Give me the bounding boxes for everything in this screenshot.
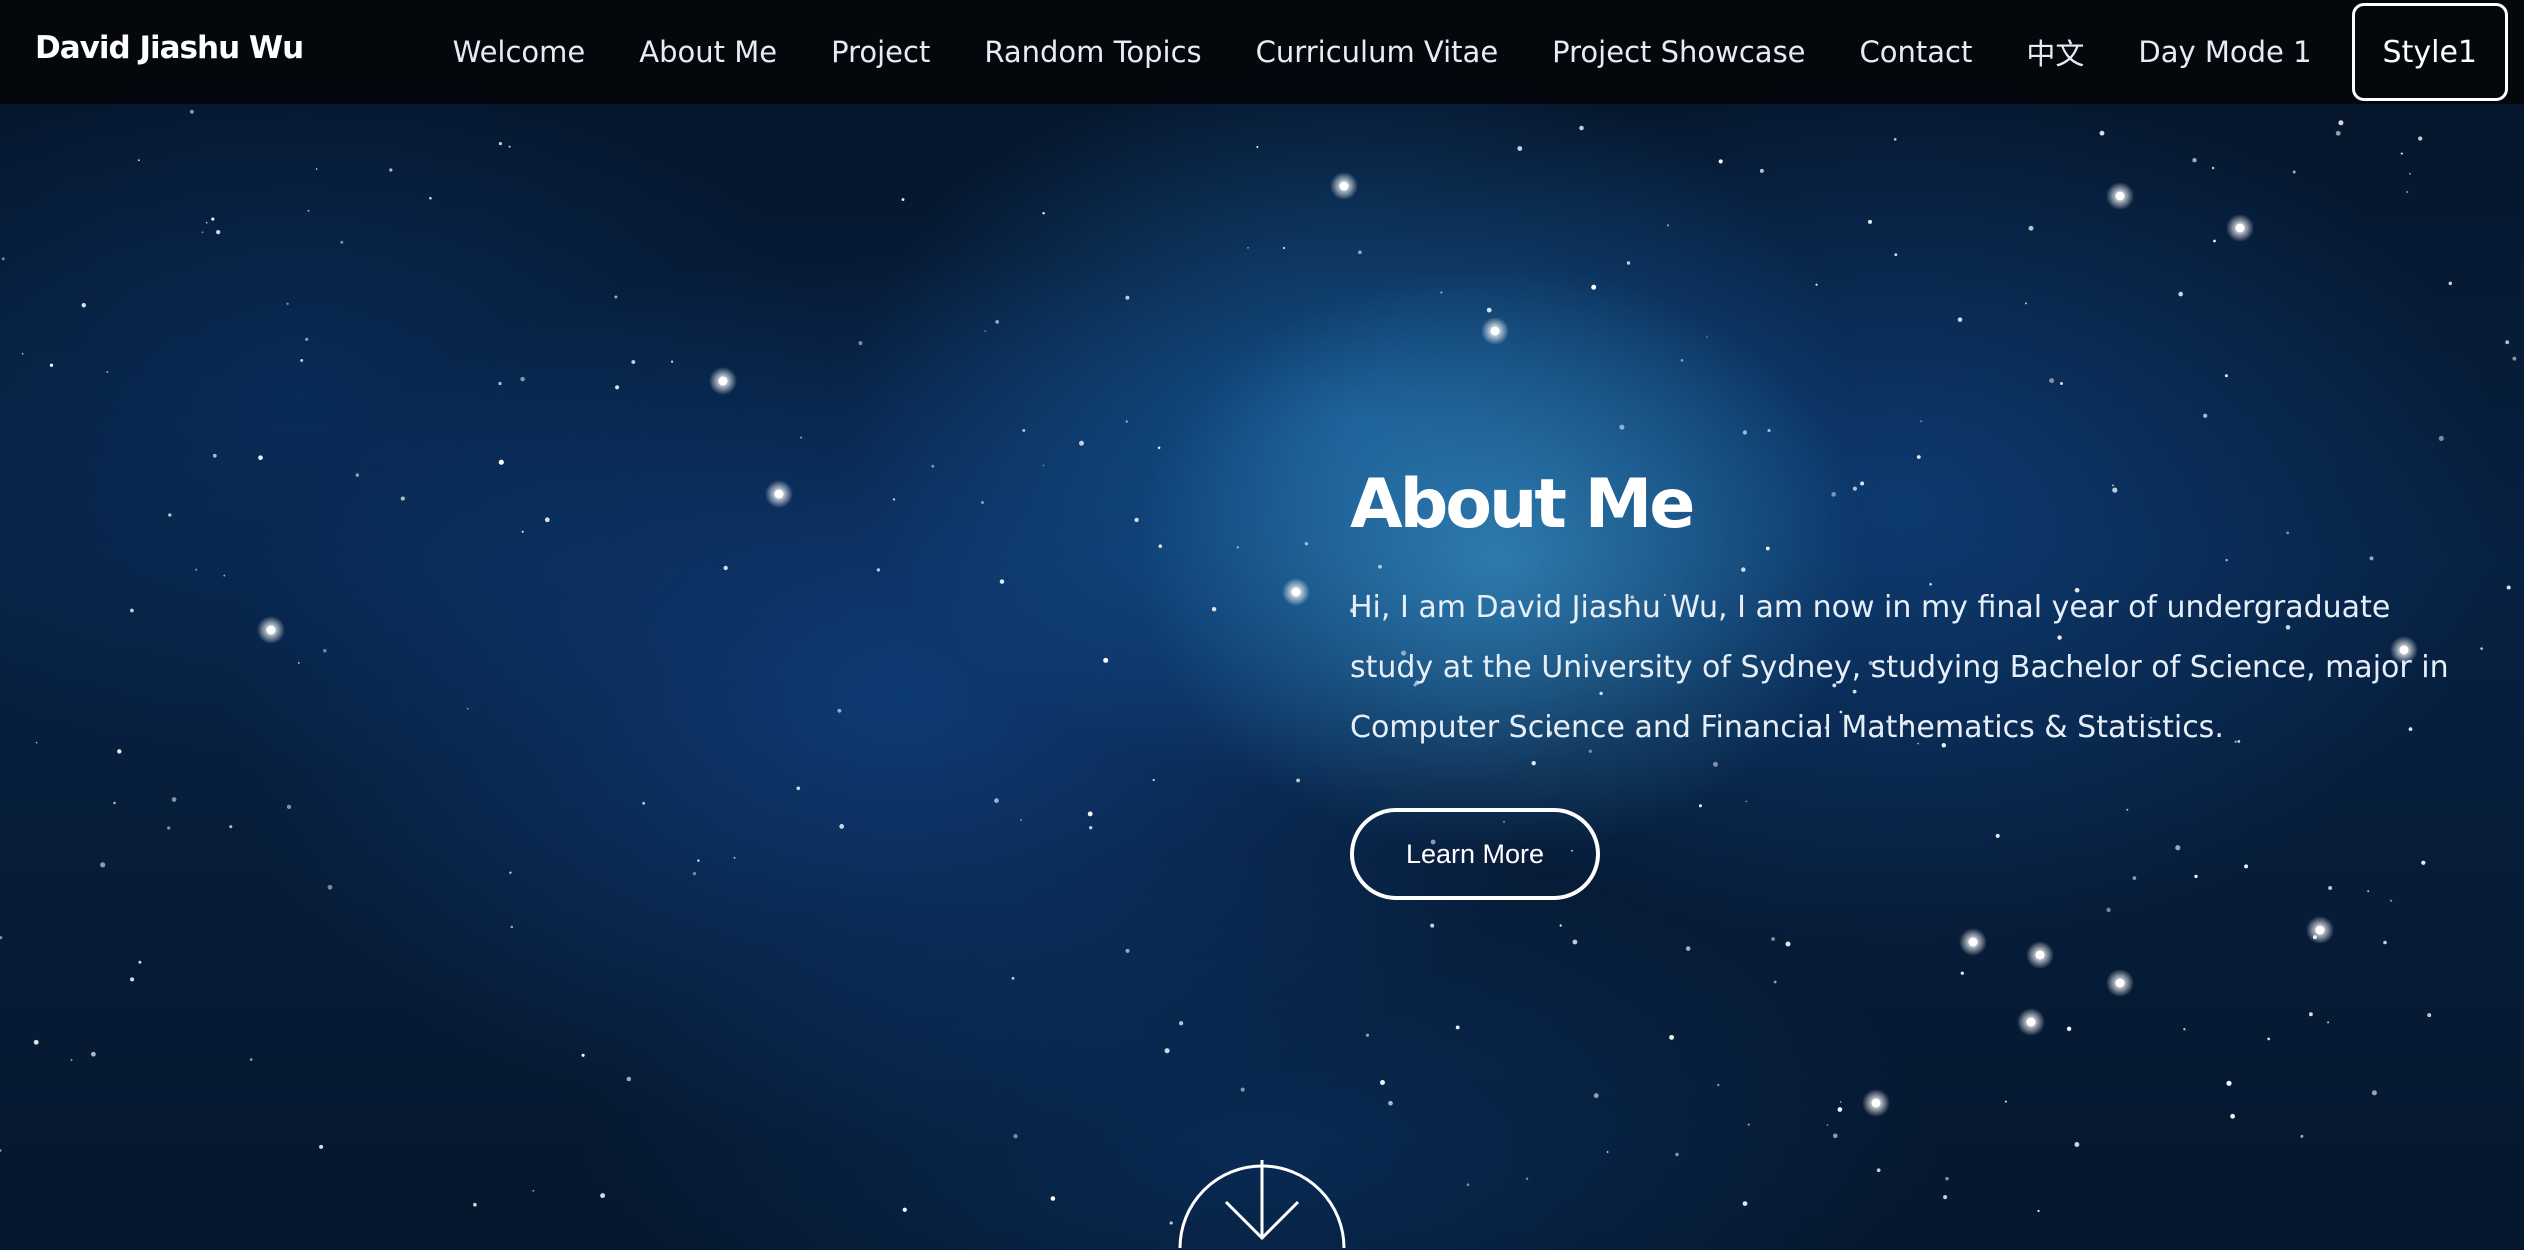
- style-button[interactable]: Style1: [2351, 3, 2508, 101]
- about-description: Hi, I am David Jiashu Wu, I am now in my…: [1350, 590, 2449, 745]
- nav-contact[interactable]: Contact: [1860, 35, 1973, 69]
- arrow-down-icon[interactable]: [1172, 1140, 1352, 1250]
- nav-random-topics[interactable]: Random Topics: [984, 35, 1201, 69]
- learn-more-button[interactable]: Learn More: [1350, 808, 1600, 900]
- brand-logo[interactable]: David Jiashu Wu: [35, 30, 304, 66]
- nav-welcome[interactable]: Welcome: [453, 35, 586, 69]
- about-section: About Me Hi, I am David Jiashu Wu, I am …: [1350, 460, 2470, 900]
- nav-chinese[interactable]: 中文: [2026, 31, 2084, 73]
- nav-project-showcase[interactable]: Project Showcase: [1552, 35, 1805, 69]
- about-title: About Me: [1350, 465, 1695, 544]
- hero-background: About Me Hi, I am David Jiashu Wu, I am …: [0, 0, 2524, 1250]
- navbar: David Jiashu Wu Welcome About Me Project…: [0, 0, 2524, 104]
- nav-curriculum-vitae[interactable]: Curriculum Vitae: [1256, 35, 1499, 69]
- nav-day-mode[interactable]: Day Mode 1: [2138, 35, 2311, 69]
- nav-project[interactable]: Project: [831, 35, 930, 69]
- nav-links: Welcome About Me Project Random Topics C…: [399, 0, 2508, 104]
- nav-about-me[interactable]: About Me: [639, 35, 777, 69]
